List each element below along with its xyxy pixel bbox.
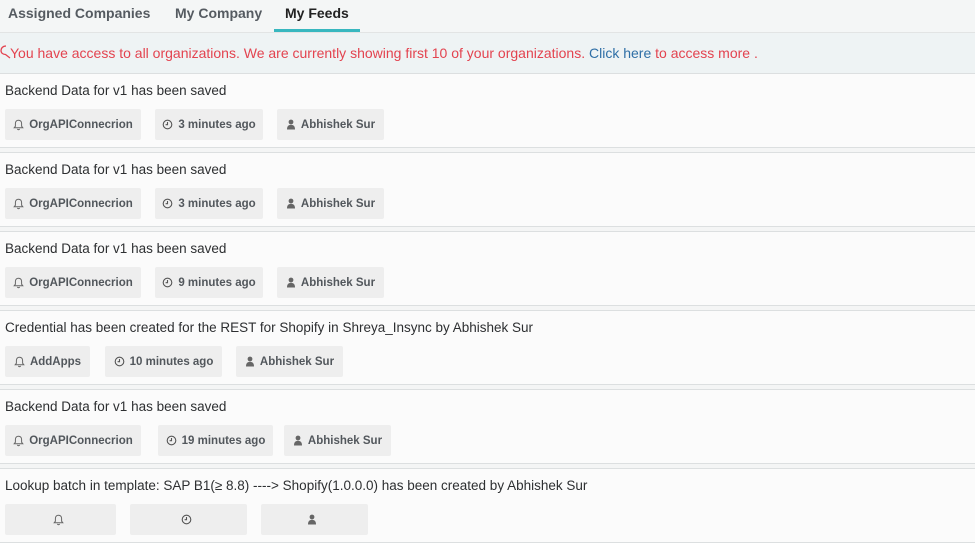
feed-title: Lookup batch in template: SAP B1(≥ 8.8) … xyxy=(5,478,588,493)
user-icon xyxy=(293,435,308,446)
click-here-link[interactable]: Click here xyxy=(589,45,651,61)
user-chip-label: Abhishek Sur xyxy=(300,197,376,210)
time-chip-label: 19 minutes ago xyxy=(181,434,266,447)
source-chip[interactable]: OrgAPIConnecrion xyxy=(5,188,141,219)
user-chip[interactable]: Abhishek Sur xyxy=(277,188,384,219)
user-chip[interactable]: Abhishek Sur xyxy=(277,267,384,298)
notice-message-end: to access more . xyxy=(651,45,758,61)
user-icon xyxy=(286,198,301,209)
organization-notice: You have access to all organizations. We… xyxy=(0,33,975,74)
feed-tabs: Assigned Companies My Company My Feeds xyxy=(0,0,975,33)
time-chip[interactable]: 3 minutes ago xyxy=(155,188,263,219)
feed-title: Backend Data for v1 has been saved xyxy=(5,83,227,98)
user-chip[interactable]: Abhishek Sur xyxy=(236,346,343,377)
active-tab-indicator xyxy=(274,29,360,32)
bell-icon xyxy=(13,277,29,289)
user-icon xyxy=(286,119,301,130)
user-chip-label: Abhishek Sur xyxy=(259,355,335,368)
user-icon xyxy=(307,514,322,525)
source-chip[interactable] xyxy=(5,504,116,535)
notice-text: You have access to all organizations. We… xyxy=(10,33,758,73)
bell-icon xyxy=(13,435,29,447)
feed-item: Backend Data for v1 has been saved OrgAPI… xyxy=(0,152,975,227)
clock-icon xyxy=(162,198,178,209)
bell-icon xyxy=(14,356,30,368)
user-icon xyxy=(286,277,301,288)
source-chip[interactable]: AddApps xyxy=(5,346,90,377)
feed-title: Backend Data for v1 has been saved xyxy=(5,162,227,177)
source-chip-label: OrgAPIConnecrion xyxy=(29,197,133,210)
tab-my-feeds[interactable]: My Feeds xyxy=(285,0,349,32)
user-icon xyxy=(245,356,260,367)
clock-icon xyxy=(114,356,130,367)
time-chip-label: 3 minutes ago xyxy=(178,197,256,210)
time-chip[interactable] xyxy=(130,504,247,535)
source-chip-label: AddApps xyxy=(29,355,82,368)
clock-icon xyxy=(162,119,178,130)
user-chip-label: Abhishek Sur xyxy=(300,118,376,131)
source-chip[interactable]: OrgAPIConnecrion xyxy=(5,425,141,456)
clock-icon xyxy=(166,435,182,446)
time-chip[interactable]: 10 minutes ago xyxy=(105,346,222,377)
clock-icon xyxy=(181,514,197,525)
feed-title: Credential has been created for the REST… xyxy=(5,320,534,335)
user-chip[interactable]: Abhishek Sur xyxy=(284,425,391,456)
feed-item: Backend Data for v1 has been saved OrgAPI… xyxy=(0,231,975,306)
user-chip[interactable]: Abhishek Sur xyxy=(277,109,384,140)
feed-item: Credential has been created for the REST… xyxy=(0,310,975,385)
bell-icon xyxy=(13,198,29,210)
source-chip-label: OrgAPIConnecrion xyxy=(29,276,133,289)
tab-assigned-companies[interactable]: Assigned Companies xyxy=(8,0,150,32)
feed-item: Backend Data for v1 has been saved OrgAPI… xyxy=(0,389,975,464)
user-chip[interactable] xyxy=(261,504,368,535)
time-chip[interactable]: 9 minutes ago xyxy=(155,267,263,298)
source-chip[interactable]: OrgAPIConnecrion xyxy=(5,267,141,298)
time-chip-label: 10 minutes ago xyxy=(129,355,214,368)
time-chip-label: 3 minutes ago xyxy=(178,118,256,131)
time-chip[interactable]: 3 minutes ago xyxy=(155,109,263,140)
time-chip-label: 9 minutes ago xyxy=(178,276,256,289)
time-chip[interactable]: 19 minutes ago xyxy=(158,425,273,456)
feed-title: Backend Data for v1 has been saved xyxy=(5,399,227,414)
source-chip-label: OrgAPIConnecrion xyxy=(29,118,133,131)
clock-icon xyxy=(162,277,178,288)
bell-icon xyxy=(13,119,29,131)
source-chip[interactable]: OrgAPIConnecrion xyxy=(5,109,141,140)
feed-item: Lookup batch in template: SAP B1(≥ 8.8) … xyxy=(0,468,975,543)
source-chip-label: OrgAPIConnecrion xyxy=(29,434,133,447)
bell-icon xyxy=(52,514,69,526)
tab-my-company[interactable]: My Company xyxy=(175,0,262,32)
user-chip-label: Abhishek Sur xyxy=(307,434,383,447)
feed-title: Backend Data for v1 has been saved xyxy=(5,241,227,256)
user-chip-label: Abhishek Sur xyxy=(300,276,376,289)
notice-message: You have access to all organizations. We… xyxy=(10,45,589,61)
feed-item: Backend Data for v1 has been saved OrgAPI… xyxy=(0,73,975,148)
